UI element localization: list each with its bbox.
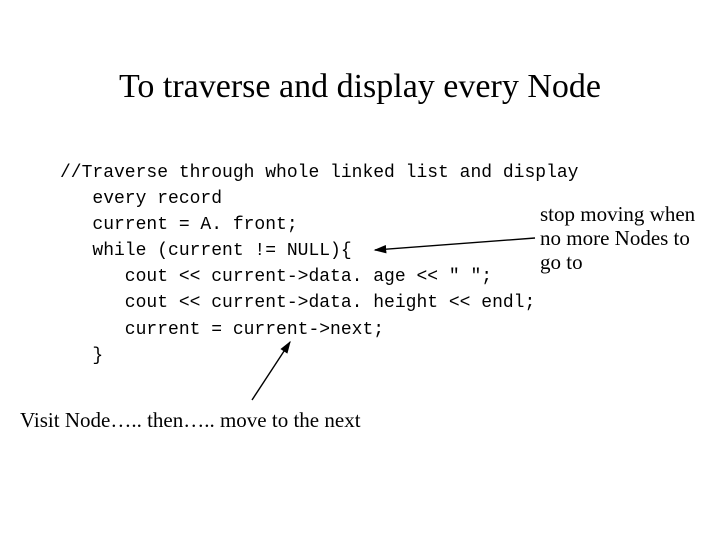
code-line: cout << current->data. height << endl; xyxy=(60,293,535,313)
code-line: while (current != NULL){ xyxy=(60,241,352,261)
code-line: current = A. front; xyxy=(60,215,298,235)
code-line: } xyxy=(60,346,103,366)
annotation-visit-node: Visit Node….. then….. move to the next xyxy=(20,408,470,432)
slide-title: To traverse and display every Node xyxy=(0,68,720,106)
code-line: cout << current->data. age << " "; xyxy=(60,267,492,287)
code-line: every record xyxy=(60,189,222,209)
annotation-stop-moving: stop moving when no more Nodes to go to xyxy=(540,202,700,274)
slide: { "title": "To traverse and display ever… xyxy=(0,0,720,540)
code-line: current = current->next; xyxy=(60,320,384,340)
code-line: //Traverse through whole linked list and… xyxy=(60,163,578,183)
